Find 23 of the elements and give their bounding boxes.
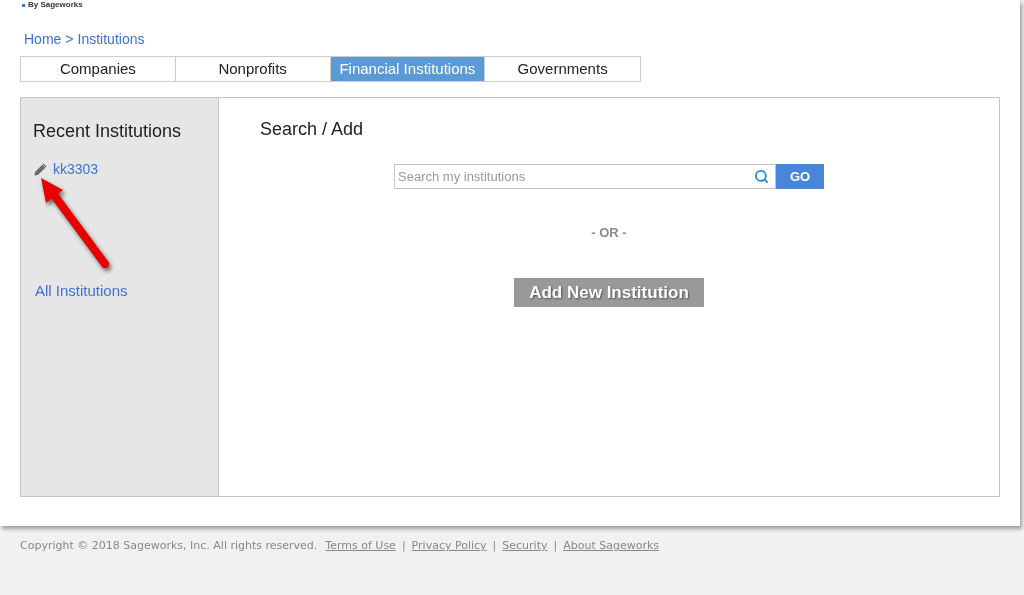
breadcrumb-link[interactable]: Institutions [77,28,145,50]
pencil-icon [34,162,47,176]
breadcrumb-separator: > [65,29,74,49]
footer-link[interactable]: About Sageworks [563,538,660,555]
search-field[interactable]: Search my institutions [394,164,776,189]
or-divider: - OR - [591,225,627,241]
footer-link[interactable]: Terms of Use [325,538,396,555]
go-button[interactable]: GO [776,164,824,189]
breadcrumb-link[interactable]: Home [24,28,62,50]
copyright-text: Copyright © 2018 Sageworks, Inc. All rights reserved. [20,538,318,554]
footer-separator: | [492,538,497,554]
footer-separator: | [553,538,558,554]
section-title: Search / Add [260,118,364,141]
footer-link[interactable]: Privacy Policy [411,538,487,555]
logo-tagline: By Sageworks [28,0,83,10]
footer-link[interactable]: Security [502,538,548,555]
sidebar-title: Recent Institutions [33,120,182,143]
category-tab[interactable]: Financial Institutions [330,57,486,81]
search-icon[interactable] [754,169,769,184]
recent-institution-link[interactable]: kk3303 [53,158,99,180]
all-institutions-link[interactable]: All Institutions [35,281,128,301]
footer-separator: | [401,538,406,554]
add-new-institution-button[interactable]: Add New Institution [514,278,704,307]
